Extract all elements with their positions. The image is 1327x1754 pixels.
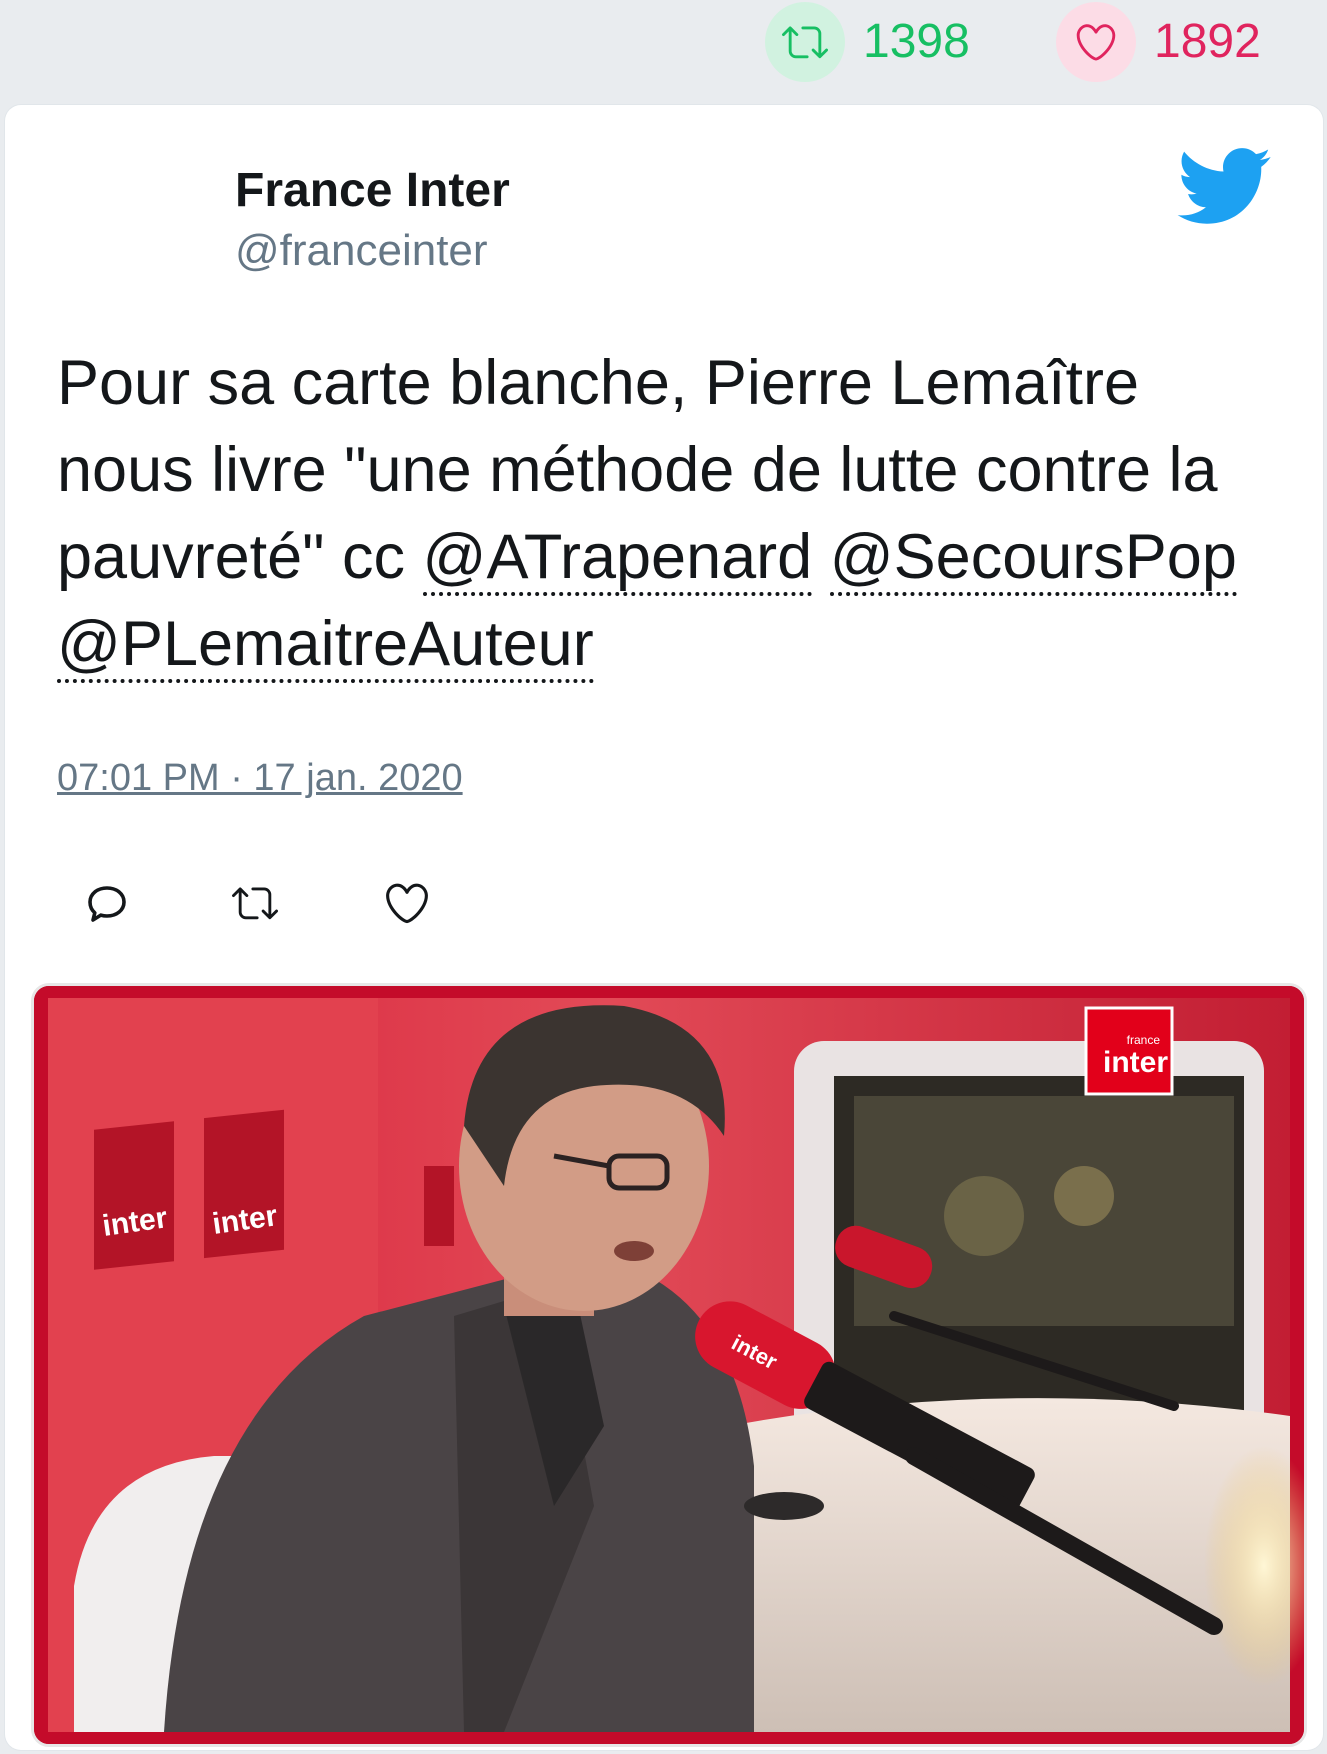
- like-count: 1892: [1154, 15, 1261, 68]
- logo-small-text: france: [1127, 1033, 1161, 1047]
- mention-secourspop[interactable]: @SecoursPop: [829, 522, 1237, 596]
- twitter-bird-icon[interactable]: [1173, 145, 1273, 227]
- heart-icon: [386, 883, 428, 924]
- heart-icon: [1076, 24, 1116, 61]
- author-name[interactable]: France Inter: [235, 163, 510, 218]
- like-button[interactable]: [377, 873, 437, 933]
- retweet-button[interactable]: [225, 873, 285, 933]
- like-stat-bubble: [1056, 2, 1136, 82]
- like-stat[interactable]: 1892: [1056, 2, 1261, 82]
- mention-atrapenard[interactable]: @ATrapenard: [422, 522, 813, 596]
- engagement-stats: 1398 1892: [0, 0, 1327, 92]
- retweet-stat-bubble: [765, 2, 845, 82]
- avatar[interactable]: [57, 157, 207, 307]
- author-handle[interactable]: @franceinter: [235, 226, 488, 276]
- retweet-stat[interactable]: 1398: [765, 2, 970, 82]
- logo-text: inter: [1103, 1046, 1168, 1079]
- tweet-card: France Inter @franceinter Pour sa carte …: [5, 105, 1323, 1750]
- mention-plemaitreauteur[interactable]: @PLemaitreAuteur: [57, 609, 594, 683]
- studio-photo: inter inter inter france inter: [34, 986, 1304, 1744]
- france-inter-logo: france inter: [1084, 1006, 1174, 1096]
- tweet-text: Pour sa carte blanche, Pierre Lemaître n…: [57, 340, 1277, 688]
- retweet-icon: [782, 26, 828, 59]
- reply-icon: [88, 886, 126, 922]
- retweet-icon: [232, 887, 278, 920]
- tweet-media-image[interactable]: inter inter inter france inter: [31, 983, 1307, 1747]
- tweet-timestamp[interactable]: 07:01 PM · 17 jan. 2020: [57, 757, 463, 800]
- reply-button[interactable]: [77, 873, 137, 933]
- retweet-count: 1398: [863, 15, 970, 68]
